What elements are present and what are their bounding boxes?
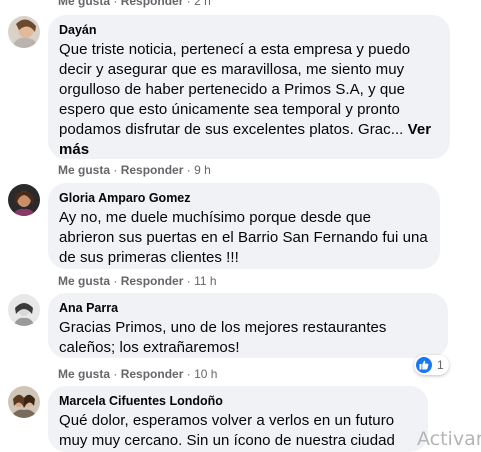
comment-actions: Me gusta · Responder · 10 h bbox=[58, 367, 217, 381]
avatar-photo bbox=[8, 294, 40, 326]
comment-bubble: Dayán Que triste noticia, pertenecí a es… bbox=[48, 15, 450, 159]
comment-time[interactable]: 10 h bbox=[194, 367, 217, 381]
avatar-photo bbox=[8, 184, 40, 216]
comment-body: Que triste noticia, pertenecí a esta emp… bbox=[59, 41, 411, 138]
like-thumb-icon bbox=[416, 357, 432, 373]
separator: · bbox=[186, 367, 191, 381]
like-link[interactable]: Me gusta bbox=[58, 367, 110, 381]
avatar[interactable] bbox=[8, 294, 40, 326]
comment-time[interactable]: 2 h bbox=[194, 0, 211, 8]
comment-time[interactable]: 9 h bbox=[194, 163, 211, 177]
comment-text: Que triste noticia, pertenecí a esta emp… bbox=[59, 40, 438, 160]
reply-link[interactable]: Responder bbox=[121, 274, 184, 288]
avatar[interactable] bbox=[8, 16, 40, 48]
comment-text: Qué dolor, esperamos volver a verlos en … bbox=[59, 412, 395, 449]
comment-actions: Me gusta · Responder · 9 h bbox=[58, 163, 211, 177]
comment-author[interactable]: Marcela Cifuentes Londoño bbox=[59, 393, 416, 409]
avatar[interactable] bbox=[8, 184, 40, 216]
comment-author[interactable]: Ana Parra bbox=[59, 300, 436, 316]
avatar-photo bbox=[8, 16, 40, 48]
reaction-count: 1 bbox=[437, 358, 444, 372]
separator: · bbox=[113, 274, 118, 288]
comment-author[interactable]: Gloria Amparo Gomez bbox=[59, 190, 428, 206]
avatar-photo bbox=[8, 386, 40, 418]
comment-time[interactable]: 11 h bbox=[194, 274, 216, 288]
separator: · bbox=[113, 163, 118, 177]
separator: · bbox=[186, 274, 191, 288]
reply-link[interactable]: Responder bbox=[121, 367, 184, 381]
avatar[interactable] bbox=[8, 386, 40, 418]
separator: · bbox=[186, 0, 191, 8]
comment-actions-top: Me gusta · Responder · 2 h bbox=[58, 0, 211, 8]
comment-actions: Me gusta · Responder · 11 h bbox=[58, 274, 217, 288]
comment-bubble: Marcela Cifuentes Londoño Qué dolor, esp… bbox=[48, 386, 428, 452]
like-link[interactable]: Me gusta bbox=[58, 0, 110, 8]
like-link[interactable]: Me gusta bbox=[58, 274, 110, 288]
comment-author[interactable]: Dayán bbox=[59, 22, 438, 38]
like-link[interactable]: Me gusta bbox=[58, 163, 110, 177]
reply-link[interactable]: Responder bbox=[121, 163, 184, 177]
comment-text: Gracias Primos, uno de los mejores resta… bbox=[59, 319, 387, 356]
comment-bubble: Ana Parra Gracias Primos, uno de los mej… bbox=[48, 293, 448, 358]
comment-text: Ay no, me duele muchísimo porque desde q… bbox=[59, 209, 428, 266]
activation-watermark: Activar bbox=[417, 428, 481, 450]
separator: · bbox=[113, 367, 118, 381]
separator: · bbox=[186, 163, 191, 177]
comment-bubble: Gloria Amparo Gomez Ay no, me duele much… bbox=[48, 183, 440, 269]
reaction-count-badge[interactable]: 1 bbox=[414, 355, 449, 375]
reply-link[interactable]: Responder bbox=[121, 0, 184, 8]
separator: · bbox=[113, 0, 118, 8]
